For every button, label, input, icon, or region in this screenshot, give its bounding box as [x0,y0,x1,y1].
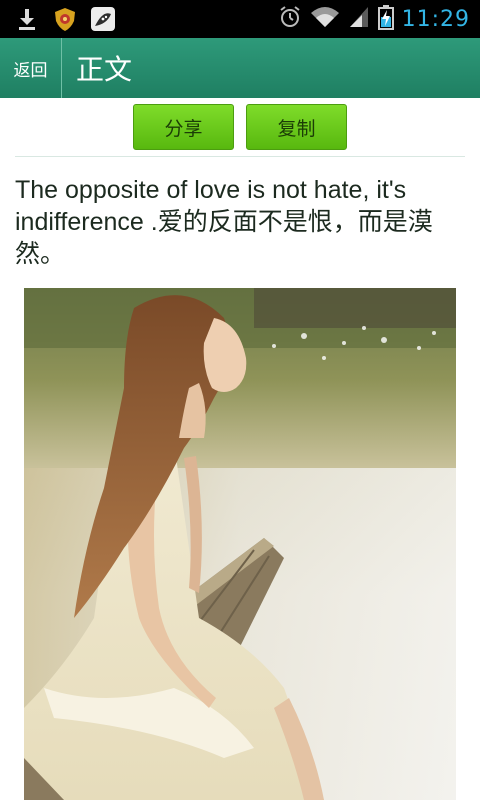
shield-app-icon [52,6,78,32]
page-title: 正文 [76,53,133,86]
download-icon [14,6,40,32]
action-bar: 分享 复制 [0,98,480,156]
share-button[interactable]: 分享 [133,104,234,150]
alarm-icon [278,5,302,33]
system-status: 11:29 [278,4,470,34]
battery-charging-icon [377,4,394,34]
clock: 11:29 [401,6,470,32]
copy-button[interactable]: 复制 [246,104,347,150]
watermelon-app-icon [90,6,116,32]
notification-icons [14,6,116,32]
status-bar: 11:29 [0,0,480,38]
signal-icon [348,5,370,33]
wifi-icon [310,5,340,33]
article-photo [24,288,456,800]
back-button[interactable]: 返回 [0,38,62,98]
title-bar: 返回 正文 [0,38,480,98]
article-text: The opposite of love is not hate, it's i… [15,176,433,268]
divider [15,156,465,157]
